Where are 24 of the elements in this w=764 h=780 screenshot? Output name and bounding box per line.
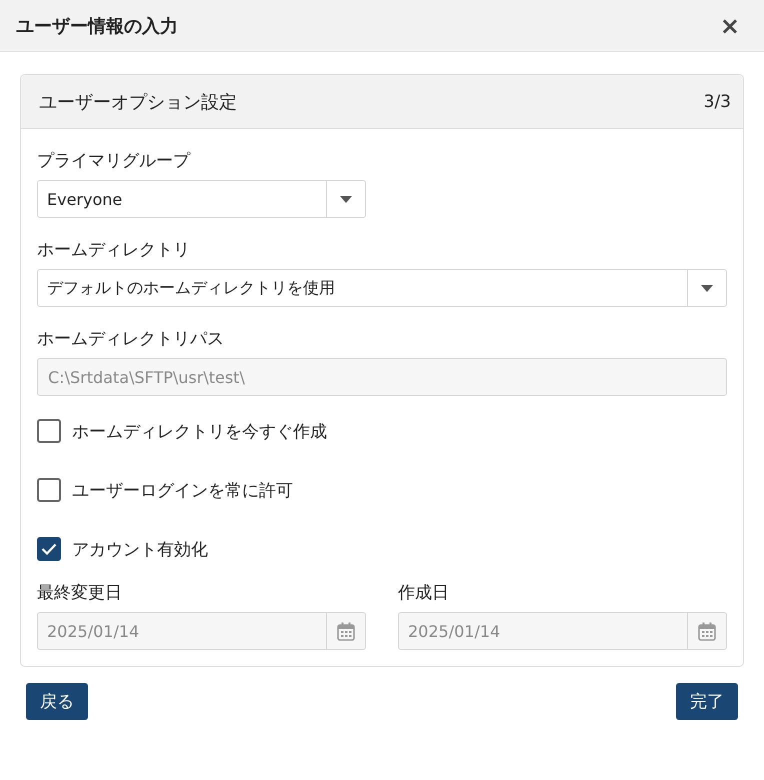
- dialog-title: ユーザー情報の入力: [16, 14, 178, 38]
- check-icon: [41, 543, 57, 555]
- checkbox-box[interactable]: [37, 537, 61, 561]
- checkbox[interactable]: ホームディレクトリを今すぐ作成: [37, 419, 327, 443]
- checkbox-box[interactable]: [37, 478, 61, 502]
- field-label: プライマリグループ: [37, 150, 192, 172]
- calendar-icon: [337, 622, 355, 640]
- step-counter: 3/3: [704, 92, 731, 112]
- field-label: 最終変更日: [37, 582, 123, 604]
- back-button[interactable]: 戻る: [26, 683, 88, 720]
- section-title: ユーザーオプション設定: [39, 90, 237, 114]
- calendar-icon: [698, 622, 716, 640]
- checkbox[interactable]: アカウント有効化: [37, 537, 208, 561]
- finish-button[interactable]: 完了: [676, 683, 738, 720]
- checkbox-box[interactable]: [37, 419, 61, 443]
- close-button[interactable]: ×: [716, 12, 744, 40]
- dropdown-field[interactable]: Everyone: [37, 180, 366, 218]
- field-label: ホームディレクトリ: [37, 239, 191, 261]
- checkbox[interactable]: ユーザーログインを常に許可: [37, 478, 293, 502]
- dropdown-field[interactable]: デフォルトのホームディレクトリを使用: [37, 269, 727, 307]
- field-label: 作成日: [398, 582, 450, 604]
- field-label: ホームディレクトリパス: [37, 328, 225, 350]
- caret-icon: [340, 196, 352, 202]
- caret-icon: [701, 284, 713, 292]
